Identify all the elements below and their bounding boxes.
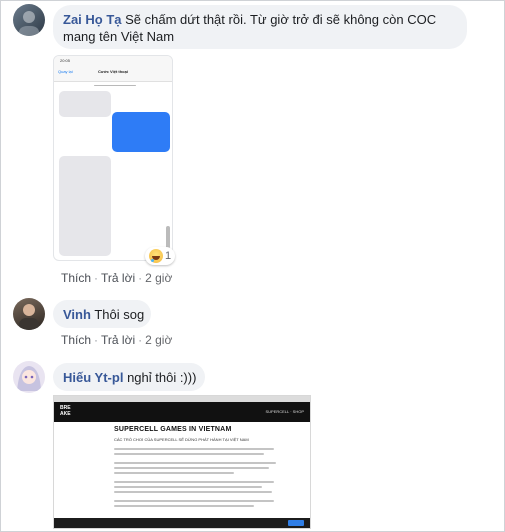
article-text-line [114, 448, 274, 450]
avatar-photo-icon [19, 304, 39, 330]
comment-actions: Thích · Trả lời · 2 giờ [61, 271, 173, 285]
comment-thread: Zai Họ Tạ Sẽ chấm dứt thật rồi. Từ giờ t… [0, 0, 505, 532]
reaction-badge[interactable]: 1 [145, 247, 176, 265]
comment-actions: Thích · Trả lời · 2 giờ [61, 333, 173, 347]
site-nav: BRE AKE SUPERCELL · SHOP [54, 402, 310, 422]
phone-date-line [94, 85, 136, 86]
article-text-line [114, 472, 234, 474]
comment-timestamp[interactable]: 2 giờ [145, 333, 172, 347]
like-button[interactable]: Thích [61, 333, 91, 347]
avatar[interactable] [13, 298, 45, 330]
reply-button[interactable]: Trả lời [101, 271, 135, 285]
haha-emoji-icon [149, 249, 163, 263]
cookie-banner [54, 518, 310, 528]
avatar[interactable] [13, 361, 45, 393]
comment-bubble: Hiếu Yt-pl nghỉ thôi :))) [53, 363, 205, 391]
comment-text: Sẽ chấm dứt thật rồi. Từ giờ trở đi sẽ k… [125, 12, 437, 27]
article-text-line [114, 481, 274, 483]
article-subheadline: CÁC TRÒ CHƠI CỦA SUPERCELL SẼ DỪNG PHÁT … [114, 437, 249, 442]
phone-status-time: 20:05 [60, 58, 71, 63]
site-logo: BRE AKE [60, 405, 71, 417]
phone-screen-title: Cước Việt thoại [98, 69, 128, 74]
attached-image-web-screenshot[interactable]: BRE AKE SUPERCELL · SHOP SUPERCELL GAMES… [53, 395, 311, 529]
phone-incoming-message [59, 91, 111, 117]
avatar[interactable] [13, 4, 45, 36]
comment-author[interactable]: Zai Họ Tạ [63, 12, 122, 27]
article-headline: SUPERCELL GAMES IN VIETNAM [114, 426, 232, 433]
reaction-count: 1 [165, 250, 172, 262]
article-text-line [114, 462, 276, 464]
comment-author[interactable]: Vinh [63, 307, 91, 322]
site-nav-links: SUPERCELL · SHOP [265, 409, 304, 414]
article-text-line [114, 505, 254, 507]
reply-button[interactable]: Trả lời [101, 333, 135, 347]
avatar-photo-icon [17, 366, 41, 391]
comment-timestamp[interactable]: 2 giờ [145, 271, 172, 285]
article-text-line [114, 467, 269, 469]
comment-author[interactable]: Hiếu Yt-pl [63, 370, 123, 385]
article-text-line [114, 500, 274, 502]
comment-text: nghỉ thôi :))) [127, 370, 197, 385]
comment-bubble: Vinh Thôi sog [53, 300, 151, 328]
phone-header: 20:05 Quay lại Cước Việt thoại [54, 56, 172, 82]
article-text-line [114, 491, 272, 493]
comment-text: Thôi sog [94, 307, 145, 322]
avatar-photo-icon [19, 11, 39, 36]
phone-outgoing-message [112, 112, 170, 152]
cookie-accept-button [288, 520, 304, 526]
like-button[interactable]: Thích [61, 271, 91, 285]
comment-bubble: Zai Họ Tạ Sẽ chấm dứt thật rồi. Từ giờ t… [53, 5, 467, 49]
article-text-line [114, 453, 264, 455]
comment-text-continued: mang tên Việt Nam [63, 29, 175, 44]
article-text-line [114, 486, 262, 488]
attached-image-phone-screenshot[interactable]: 20:05 Quay lại Cước Việt thoại [53, 55, 173, 261]
phone-incoming-message [59, 156, 111, 256]
